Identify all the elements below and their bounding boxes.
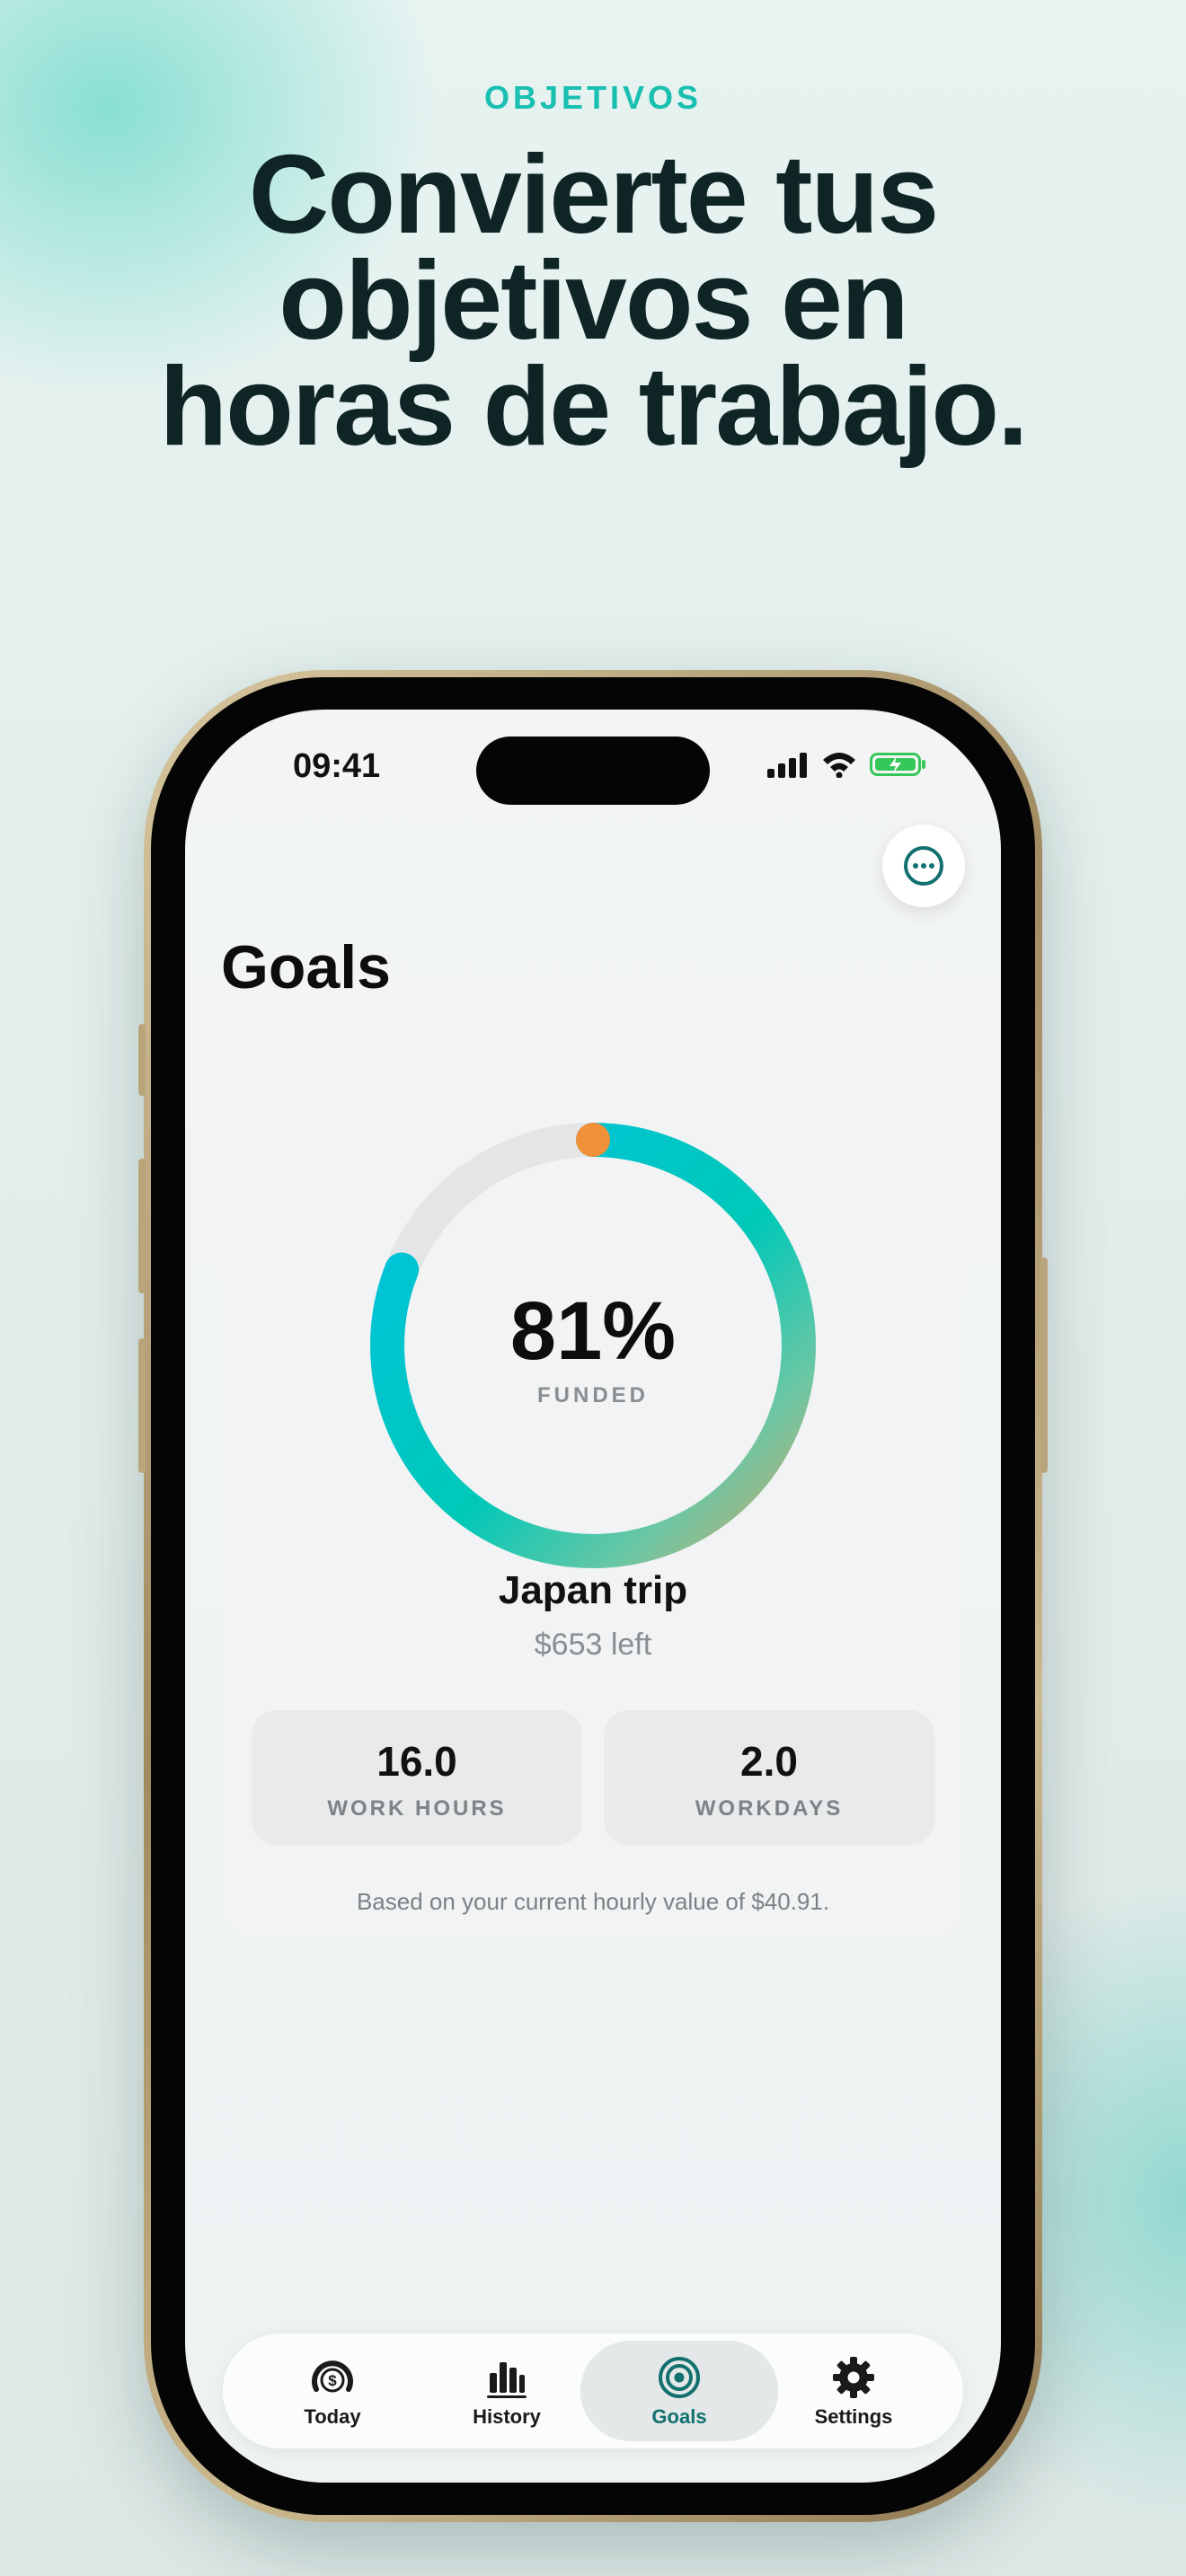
wifi-icon	[823, 753, 855, 778]
progress-ring: 81% FUNDED	[352, 1105, 834, 1586]
tab-bar: $ Today History Goals Settings	[223, 2333, 963, 2448]
stat-value: 2.0	[740, 1738, 798, 1785]
stat-label: WORK HOURS	[327, 1796, 507, 1821]
more-options-button[interactable]	[882, 825, 965, 907]
work-hours-stat: 16.0 WORK HOURS	[252, 1710, 582, 1845]
hourly-value-footnote: Based on your current hourly value of $4…	[356, 1888, 830, 1915]
stat-value: 16.0	[376, 1738, 457, 1785]
tab-label: History	[473, 2405, 541, 2428]
volume-up-button	[138, 1159, 146, 1293]
bar-chart-icon	[487, 2362, 527, 2398]
volume-down-button	[138, 1338, 146, 1473]
target-icon	[659, 2357, 700, 2398]
dollar-gauge-icon: $	[312, 2360, 353, 2393]
headline: Convierte tus objetivos en horas de trab…	[159, 133, 1028, 469]
tab-label: Goals	[651, 2405, 707, 2428]
goal-name: Japan trip	[498, 1568, 688, 1612]
tab-settings[interactable]: Settings	[755, 2341, 952, 2441]
cellular-signal-icon	[767, 753, 807, 778]
tab-label: Settings	[814, 2405, 893, 2428]
action-button	[138, 1024, 146, 1096]
workdays-stat: 2.0 WORKDAYS	[604, 1710, 934, 1845]
funded-percent: 81%	[509, 1285, 677, 1377]
goal-remaining: $653 left	[534, 1628, 652, 1662]
tab-today[interactable]: $ Today	[234, 2341, 431, 2441]
phone-screen: 09:41 Goals 81% FUNDED Japan trip $653 l…	[185, 710, 1001, 2483]
tab-history[interactable]: History	[408, 2341, 606, 2441]
ellipsis-circle-icon	[904, 846, 943, 886]
eyebrow-label: OBJETIVOS	[483, 79, 703, 116]
status-time: 09:41	[293, 747, 381, 785]
battery-charging-icon	[870, 753, 925, 776]
stat-label: WORKDAYS	[695, 1796, 844, 1821]
gear-icon	[833, 2357, 874, 2398]
tab-goals[interactable]: Goals	[580, 2341, 778, 2441]
funded-label: FUNDED	[537, 1383, 649, 1407]
dynamic-island	[476, 737, 710, 805]
power-button	[1040, 1257, 1048, 1473]
status-icons	[766, 751, 927, 778]
progress-ring-start-marker	[576, 1123, 610, 1157]
svg-text:$: $	[328, 2372, 337, 2389]
tab-label: Today	[304, 2405, 361, 2428]
page-title: Goals	[221, 933, 391, 1001]
